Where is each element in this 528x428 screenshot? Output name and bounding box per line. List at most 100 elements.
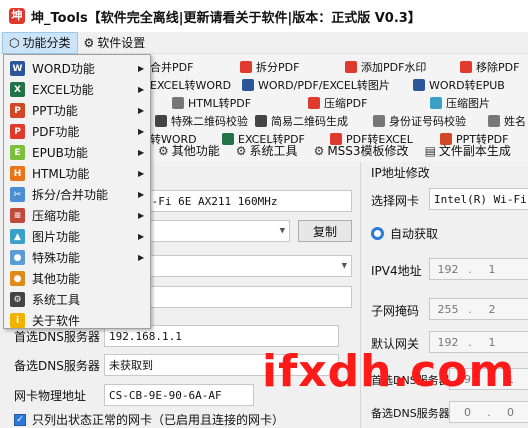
alternate-dns-label: 备选DNS服务器	[14, 358, 100, 373]
adapter-select[interactable]: ▼	[140, 220, 290, 242]
dropdown-item-html[interactable]: H HTML功能 ▶	[5, 163, 150, 184]
dropdown-item-epub[interactable]: E EPUB功能 ▶	[5, 142, 150, 163]
subnet-mask-label: 子网掩码	[371, 304, 420, 318]
toolbar-id-check[interactable]: 身份证号码校验	[373, 112, 466, 130]
toolbar-doc-to-image-label: WORD/PDF/EXCEL转图片	[258, 79, 390, 92]
toolbar-remove-pdf-label: 移除PDF	[476, 61, 520, 74]
toolbar-special-qr-check-label: 特殊二维码校验	[171, 115, 248, 128]
id-card-icon	[373, 115, 385, 127]
blank-field[interactable]	[140, 286, 352, 308]
only-active-checkbox[interactable]: ✓	[14, 413, 26, 426]
select-adapter-field[interactable]: Intel(R) Wi-Fi	[429, 188, 528, 210]
chevron-down-icon: ▼	[279, 226, 285, 236]
toolbar-word-to-epub[interactable]: WORD转EPUB	[413, 76, 505, 94]
dropdown-item-label: EXCEL功能	[32, 83, 94, 97]
toolbar-excel-to-word[interactable]: EXCEL转WORD	[150, 76, 231, 94]
toolbar-split-pdf[interactable]: 拆分PDF	[240, 58, 299, 76]
menu-function-category-label: 功能分类	[22, 36, 71, 50]
dropdown-item-label: WORD功能	[32, 62, 95, 76]
toolbar-doc-to-image[interactable]: WORD/PDF/EXCEL转图片	[242, 76, 390, 94]
menu-function-category[interactable]: ⬡ 功能分类	[2, 31, 78, 54]
toolbar-name-label: 姓名	[504, 115, 526, 128]
toolbar-word-to-epub-label: WORD转EPUB	[429, 79, 505, 92]
toolbar-compress-pdf[interactable]: 压缩PDF	[308, 94, 367, 112]
image-icon	[242, 79, 254, 91]
submenu-arrow-icon: ▶	[138, 211, 145, 220]
toolbar-merge-pdf[interactable]: 合并PDF	[150, 58, 193, 76]
mac-address-field[interactable]: CS-CB-9E-90-6A-AF	[104, 384, 254, 406]
gear-icon: ⚙	[158, 144, 169, 158]
qr-icon	[255, 115, 267, 127]
dropdown-item-label: 图片功能	[32, 230, 81, 244]
menu-software-settings[interactable]: ⚙ 软件设置	[78, 32, 152, 54]
dropdown-item-label: PPT功能	[32, 104, 78, 118]
dropdown-item-label: 其他功能	[32, 272, 81, 286]
toolbar-name[interactable]: 姓名	[488, 112, 526, 130]
dropdown-item-other[interactable]: ● 其他功能	[5, 268, 150, 289]
info-icon: i	[10, 313, 25, 328]
dns-octet: 0	[506, 405, 514, 419]
scissors-icon: ✂	[10, 187, 25, 202]
dropdown-item-word[interactable]: W WORD功能 ▶	[5, 58, 150, 79]
html-icon: H	[10, 166, 25, 181]
dropdown-item-system-tools[interactable]: ⚙ 系统工具	[5, 289, 150, 310]
dropdown-item-about[interactable]: i 关于软件	[5, 310, 150, 331]
dropdown-item-compress[interactable]: ≡ 压缩功能 ▶	[5, 205, 150, 226]
qr-icon	[155, 115, 167, 127]
dropdown-item-split-merge[interactable]: ✂ 拆分/合并功能 ▶	[5, 184, 150, 205]
submenu-arrow-icon: ▶	[138, 169, 145, 178]
window-title: 坤_Tools【软件完全离线|更新请看关于软件|版本：正式版 V0.3】	[31, 10, 421, 26]
tab-system-tools-label: 系统工具	[249, 144, 298, 158]
dropdown-item-image[interactable]: ▲ 图片功能 ▶	[5, 226, 150, 247]
pdf-icon	[308, 97, 320, 109]
word-icon	[413, 79, 425, 91]
toolbar-special-qr-check[interactable]: 特殊二维码校验	[155, 112, 248, 130]
mask-octet: 255	[437, 302, 459, 316]
dropdown-item-label: 压缩功能	[32, 209, 81, 223]
submenu-arrow-icon: ▶	[138, 148, 145, 157]
gear-icon: ⚙	[313, 144, 325, 158]
copy-button[interactable]: 复制	[298, 220, 352, 242]
submenu-arrow-icon: ▶	[138, 232, 145, 241]
toolbar-excel-to-word-label: EXCEL转WORD	[150, 79, 232, 92]
ipv4-octet: 192	[437, 262, 459, 276]
subnet-mask-field[interactable]: 255. 2	[429, 298, 528, 320]
zero-select[interactable]: 0▼	[140, 255, 352, 277]
watermark-text: ifxdh.com	[262, 346, 516, 397]
epub-icon: E	[10, 145, 25, 160]
ipv4-field[interactable]: 192. 1	[429, 258, 528, 280]
alt-dns-right-field[interactable]: 0.0	[449, 401, 528, 423]
gear-icon: ⚙	[10, 292, 25, 307]
tab-mss3-template[interactable]: ⚙ MSS3模板修改	[306, 140, 417, 162]
mask-octet: 2	[488, 302, 496, 316]
app-logo-icon: 坤	[9, 8, 25, 24]
dropdown-item-special[interactable]: ● 特殊功能 ▶	[5, 247, 150, 268]
tab-file-copy[interactable]: ▤ 文件副本生成	[417, 140, 519, 162]
dropdown-item-pdf[interactable]: P PDF功能 ▶	[5, 121, 150, 142]
person-icon	[488, 115, 500, 127]
auto-obtain-label: 自动获取	[390, 227, 439, 241]
other-icon: ●	[10, 271, 25, 286]
menu-bar: ⬡ 功能分类 ⚙ 软件设置	[0, 31, 528, 54]
special-icon: ●	[10, 250, 25, 265]
dropdown-item-ppt[interactable]: P PPT功能 ▶	[5, 100, 150, 121]
toolbar-html-to-pdf[interactable]: HTML转PDF	[172, 94, 251, 112]
adapter-name-field[interactable]: i-Fi 6E AX211 160MHz	[140, 190, 352, 212]
dropdown-item-label: 拆分/合并功能	[32, 188, 109, 202]
tab-other-functions[interactable]: ⚙ 其他功能	[150, 140, 228, 162]
dropdown-item-excel[interactable]: X EXCEL功能 ▶	[5, 79, 150, 100]
toolbar-compress-image[interactable]: 压缩图片	[430, 94, 490, 112]
submenu-arrow-icon: ▶	[138, 106, 145, 115]
tab-system-tools[interactable]: ⚙ 系统工具	[228, 140, 306, 162]
toolbar-remove-pdf[interactable]: 移除PDF	[460, 58, 519, 76]
toolbar-simple-qr[interactable]: 简易二维码生成	[255, 112, 348, 130]
mac-address-label: 网卡物理地址	[14, 388, 87, 403]
submenu-arrow-icon: ▶	[138, 85, 145, 94]
auto-obtain-option[interactable]: 自动获取	[371, 225, 438, 242]
excel-icon: X	[10, 82, 25, 97]
dropdown-item-label: HTML功能	[32, 167, 90, 181]
image-icon	[430, 97, 442, 109]
auto-obtain-radio[interactable]	[371, 227, 384, 240]
toolbar-add-watermark[interactable]: 添加PDF水印	[345, 58, 426, 76]
toolbar-html-to-pdf-label: HTML转PDF	[188, 97, 252, 110]
